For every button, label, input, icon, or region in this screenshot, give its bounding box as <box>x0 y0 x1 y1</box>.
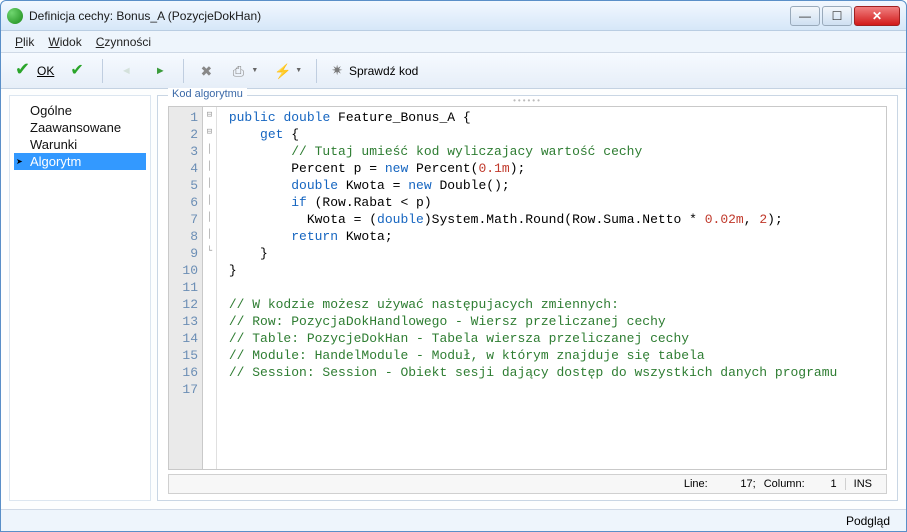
nav-forward-button[interactable]: ► <box>145 59 175 83</box>
line-gutter: 1 2 3 4 5 6 7 8 9 10 11 12 13 14 15 16 1… <box>169 107 203 469</box>
code-body[interactable]: public double Feature_Bonus_A { get { //… <box>217 107 886 469</box>
podglad-link[interactable]: Podgląd <box>846 514 890 528</box>
printer-icon: ⎙ <box>230 63 246 79</box>
minimize-button[interactable]: — <box>790 6 820 26</box>
sidebar-item-algorytm[interactable]: Algorytm <box>14 153 146 170</box>
print-button[interactable]: ⎙ ▼ <box>224 60 264 82</box>
lightning-icon: ⚡ <box>274 63 290 79</box>
side-nav: Ogólne Zaawansowane Warunki Algorytm <box>9 95 151 501</box>
separator <box>316 59 317 83</box>
code-editor[interactable]: 1 2 3 4 5 6 7 8 9 10 11 12 13 14 15 16 1… <box>168 106 887 470</box>
close-button[interactable]: ✕ <box>854 6 900 26</box>
ok-button[interactable]: OK <box>9 59 60 83</box>
status-col-val: 1 <box>813 478 837 490</box>
sidebar-item-zaawansowane[interactable]: Zaawansowane <box>14 119 146 136</box>
maximize-button[interactable]: ☐ <box>822 6 852 26</box>
gear-icon: ✷ <box>331 62 343 79</box>
window-title: Definicja cechy: Bonus_A (PozycjeDokHan) <box>29 9 790 23</box>
menubar: Plik Widok Czynności <box>1 31 906 53</box>
check-icon <box>70 62 88 80</box>
bottombar: Podgląd <box>1 509 906 531</box>
status-line-val: 17; <box>716 478 756 490</box>
actions-button[interactable]: ⚡ ▼ <box>268 60 308 82</box>
menu-czynnosci[interactable]: Czynności <box>96 35 151 49</box>
editor-panel: Kod algorytmu •••••• 1 2 3 4 5 6 7 8 9 1… <box>157 95 898 501</box>
groupbox-label: Kod algorytmu <box>168 88 247 100</box>
chevron-down-icon: ▼ <box>251 67 258 74</box>
menu-widok[interactable]: Widok <box>48 35 81 49</box>
editor-status: Line: 17; Column: 1 INS <box>168 474 887 494</box>
check-code-label: Sprawdź kod <box>349 64 418 78</box>
check-code-button[interactable]: ✷ Sprawdź kod <box>325 59 424 82</box>
status-mode: INS <box>845 478 880 490</box>
status-col-label: Column: <box>764 478 805 490</box>
toolbar: OK ◄ ► ✖ ⎙ ▼ ⚡ ▼ ✷ Sprawdź kod <box>1 53 906 89</box>
app-window: Definicja cechy: Bonus_A (PozycjeDokHan)… <box>0 0 907 532</box>
menu-plik[interactable]: Plik <box>15 35 34 49</box>
sidebar-item-warunki[interactable]: Warunki <box>14 136 146 153</box>
fold-column[interactable]: ⊟ ⊟ │ │ │ │ │ │ └ <box>203 107 217 469</box>
separator <box>102 59 103 83</box>
titlebar: Definicja cechy: Bonus_A (PozycjeDokHan)… <box>1 1 906 31</box>
arrow-left-icon: ◄ <box>117 62 135 80</box>
nav-back-button[interactable]: ◄ <box>111 59 141 83</box>
wrench-icon: ✖ <box>198 63 214 79</box>
chevron-down-icon: ▼ <box>295 67 302 74</box>
tools-button[interactable]: ✖ <box>192 60 220 82</box>
separator <box>183 59 184 83</box>
arrow-right-icon: ► <box>151 62 169 80</box>
grip-icon: •••••• <box>158 96 897 106</box>
status-line-label: Line: <box>684 478 708 490</box>
check-icon <box>15 62 33 80</box>
ok-label: OK <box>37 64 54 78</box>
body: Ogólne Zaawansowane Warunki Algorytm Kod… <box>1 89 906 509</box>
app-icon <box>7 8 23 24</box>
apply-button[interactable] <box>64 59 94 83</box>
sidebar-item-ogolne[interactable]: Ogólne <box>14 102 146 119</box>
